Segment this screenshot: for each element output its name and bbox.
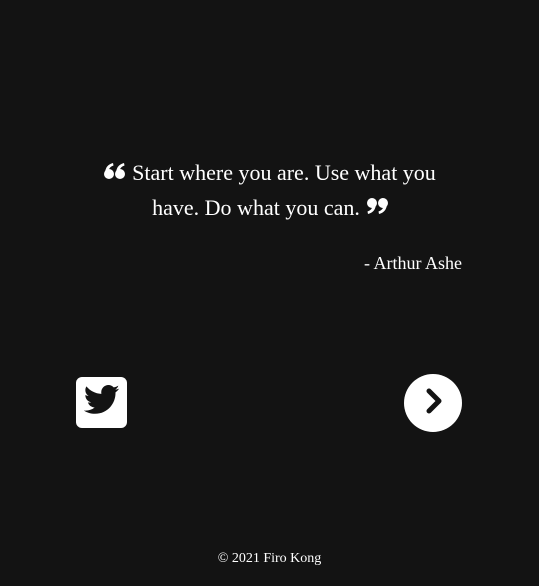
quote-author: - Arthur Ashe	[364, 253, 462, 273]
next-quote-button[interactable]	[404, 374, 462, 432]
quote-page: Start where you are. Use what you have. …	[0, 0, 539, 586]
quote-right-icon	[366, 197, 388, 215]
footer-copyright: © 2021 Firo Kong	[217, 551, 322, 566]
chevron-right-icon	[421, 387, 445, 420]
quote-left-icon	[104, 162, 126, 180]
twitter-icon	[83, 385, 120, 420]
quote-box: Start where you are. Use what you have. …	[80, 155, 460, 225]
quote-text: Start where you are. Use what you have. …	[132, 160, 436, 220]
tweet-quote-button[interactable]	[76, 377, 127, 428]
